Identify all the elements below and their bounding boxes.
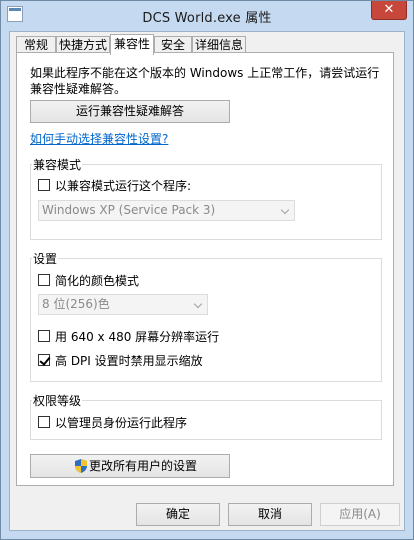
cancel-button[interactable]: 取消: [228, 503, 312, 526]
color-depth-select[interactable]: 8 位(256)色: [38, 294, 208, 315]
shield-icon: [75, 459, 87, 473]
color-depth-select-value: 8 位(256)色: [42, 297, 110, 311]
compat-mode-checkbox-label: 以兼容模式运行这个程序:: [55, 179, 192, 193]
compat-mode-group-label: 兼容模式: [32, 156, 83, 173]
reduced-color-checkbox[interactable]: [38, 274, 50, 286]
reduced-color-label: 简化的颜色模式: [55, 274, 140, 288]
intro-text: 如果此程序不能在这个版本的 Windows 上正常工作，请尝试运行兼容性疑难解答…: [30, 66, 380, 96]
run-troubleshooter-button[interactable]: 运行兼容性疑难解答: [30, 100, 230, 123]
privilege-group-label: 权限等级: [32, 392, 83, 409]
close-button[interactable]: ✕: [371, 1, 407, 20]
tab-security[interactable]: 安全: [154, 36, 192, 53]
compat-mode-checkbox[interactable]: [38, 179, 50, 191]
res-640-label: 用 640 x 480 屏幕分辨率运行: [55, 330, 220, 344]
chevron-down-icon: [280, 205, 290, 215]
chevron-down-icon: [193, 299, 203, 309]
dialog-body: 常规 快捷方式 兼容性 安全 详细信息 如果此程序不能在这个版本的 Window…: [9, 31, 405, 531]
tab-compatibility[interactable]: 兼容性: [110, 34, 154, 55]
tab-general[interactable]: 常规: [16, 36, 56, 53]
tab-shortcut[interactable]: 快捷方式: [56, 36, 110, 53]
tab-details[interactable]: 详细信息: [192, 36, 246, 53]
high-dpi-checkbox[interactable]: [38, 354, 50, 366]
res-640-checkbox[interactable]: [38, 330, 50, 342]
compat-os-select-value: Windows XP (Service Pack 3): [42, 203, 216, 217]
compat-os-select[interactable]: Windows XP (Service Pack 3): [38, 200, 295, 221]
properties-window: DCS World.exe 属性 ✕ 常规 快捷方式 兼容性 安全 详细信息 如…: [0, 0, 414, 540]
high-dpi-label: 高 DPI 设置时禁用显示缩放: [55, 354, 203, 368]
ok-button[interactable]: 确定: [136, 503, 220, 526]
run-as-admin-label: 以管理员身份运行此程序: [55, 416, 188, 430]
settings-group-label: 设置: [32, 250, 59, 267]
run-as-admin-checkbox[interactable]: [38, 416, 50, 428]
change-all-users-label: 更改所有用户的设置: [89, 459, 198, 473]
manual-settings-link[interactable]: 如何手动选择兼容性设置?: [30, 130, 168, 147]
change-all-users-button[interactable]: 更改所有用户的设置: [30, 454, 230, 478]
apply-button[interactable]: 应用(A): [320, 503, 400, 526]
title-bar[interactable]: DCS World.exe 属性 ✕: [1, 1, 413, 29]
window-title: DCS World.exe 属性: [142, 11, 272, 26]
